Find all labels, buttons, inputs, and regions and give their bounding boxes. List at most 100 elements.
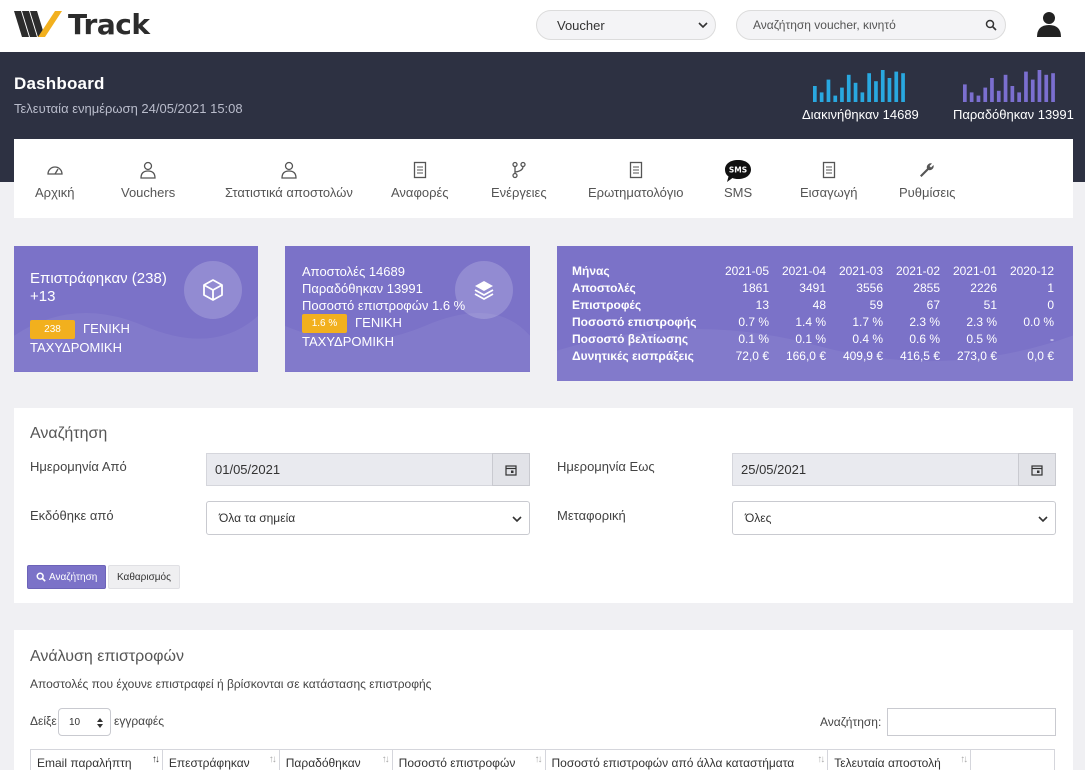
nav-item-import[interactable]: Εισαγωγή [800, 139, 857, 218]
table-search-input[interactable] [887, 708, 1056, 736]
column-header-returned[interactable]: Επεστράφηκαν ↑↓ [163, 750, 280, 770]
carrier-select[interactable]: Όλες [732, 501, 1056, 535]
clear-button[interactable]: Καθαρισμός [108, 565, 180, 589]
monthly-row-header: Μήνας [572, 263, 610, 278]
box-icon-circle [184, 261, 242, 319]
date-from-input[interactable]: 01/05/2021 [206, 453, 530, 486]
shipments-delivered: Παραδόθηκαν 13991 [302, 281, 423, 296]
monthly-row: Δυνητικές εισπράξεις 72,0 € 166,0 € 409,9 €… [572, 347, 1054, 364]
spark-bar [813, 86, 817, 102]
sort-icon: ↑↓ [151, 754, 160, 765]
column-header-extra [971, 750, 1055, 770]
nav-item-shipment-stats[interactable]: Στατιστικά αποστολών [225, 139, 353, 218]
nav-item-sms[interactable]: SMS SMS [724, 139, 752, 218]
table-search-label: Αναζήτηση: [820, 715, 882, 729]
column-header-email[interactable]: Email παραλήπτη ↑↓ [31, 750, 163, 770]
nav-item-settings[interactable]: Ρυθμίσεις [899, 139, 955, 218]
column-header-last-shipment[interactable]: Τελευταία αποστολή ↑↓ [828, 750, 972, 770]
shipments-return-rate: Ποσοστό επιστροφών 1.6 % [302, 298, 466, 313]
nav-item-label: Στατιστικά αποστολών [225, 185, 353, 200]
shipments-card: Αποστολές 14689 Παραδόθηκαν 13991 Ποσοστ… [285, 246, 530, 372]
date-to-picker-button[interactable] [1018, 453, 1056, 486]
nav-item-home[interactable]: Αρχική [35, 139, 75, 218]
spark-bar [819, 92, 824, 102]
monthly-cell: 2226 [970, 280, 997, 295]
monthly-cell: 0.5 % [966, 331, 997, 346]
nav-item-questionnaire[interactable]: Ερωτηματολόγιο [588, 139, 684, 218]
monthly-row: Επιστροφές 13 48 59 67 51 0 [572, 296, 1054, 313]
monthly-row: Ποσοστό επιστροφής 0.7 % 1.4 % 1.7 % 2.3 % 2.… [572, 313, 1054, 330]
user-account-icon[interactable] [1036, 11, 1062, 37]
nav-item-label: Ερωτηματολόγιο [588, 185, 684, 200]
nav-item-vouchers[interactable]: Vouchers [121, 139, 175, 218]
monthly-cell: 2021-02 [895, 263, 940, 278]
wrench-icon [920, 163, 934, 177]
date-to-value: 25/05/2021 [741, 462, 807, 477]
page-length-select[interactable]: 10 [58, 708, 111, 736]
user-icon [140, 161, 156, 179]
monthly-row-header: Αποστολές [572, 280, 636, 295]
monthly-row-header: Ποσοστό επιστροφής [572, 314, 697, 329]
nav-item-actions[interactable]: Ενέργειες [491, 139, 547, 218]
sort-icon: ↑↓ [534, 754, 543, 765]
monthly-cell: 1.7 % [852, 314, 883, 329]
sort-icon: ↑↓ [817, 754, 825, 765]
main-nav: Αρχική Vouchers Στατιστικά αποστολών Ανα… [14, 139, 1073, 218]
monthly-cell: 48 [812, 297, 826, 312]
global-search-placeholder: Αναζήτηση voucher, κινητό [753, 18, 896, 32]
sort-icon: ↑↓ [381, 754, 390, 765]
calendar-icon [505, 464, 517, 476]
date-to-input[interactable]: 25/05/2021 [732, 453, 1056, 486]
monthly-cell: 0.7 % [738, 314, 769, 329]
search-type-select[interactable]: Voucher [536, 10, 716, 40]
spark-bar [867, 73, 871, 102]
spark-bar [880, 70, 885, 102]
monthly-cell: 13 [755, 297, 769, 312]
returns-badge: 238 [30, 320, 75, 340]
box-icon [203, 279, 223, 301]
monthly-row: Μήνας 2021-05 2021-04 2021-03 2021-02 2021-01… [572, 262, 1054, 279]
spark-bar [860, 92, 865, 102]
nav-item-reports[interactable]: Αναφορές [391, 139, 449, 218]
clear-button-label: Καθαρισμός [117, 571, 171, 583]
spark-bar [826, 79, 831, 102]
document-icon [822, 161, 835, 179]
layers-icon [474, 281, 494, 301]
search-icon[interactable] [985, 19, 997, 31]
spark-bar [963, 84, 967, 102]
logo-mark-icon [14, 11, 62, 37]
nav-item-label: Εισαγωγή [800, 185, 858, 200]
issued-by-select[interactable]: Όλα τα σημεία [206, 501, 530, 535]
svg-text:SMS: SMS [729, 166, 747, 175]
chevron-down-icon [698, 22, 708, 29]
branch-icon [512, 161, 526, 179]
search-button[interactable]: Αναζήτηση [27, 565, 107, 589]
spark-bar [1024, 71, 1028, 102]
date-from-picker-button[interactable] [492, 453, 530, 486]
column-header-delivered[interactable]: Παραδόθηκαν ↑↓ [280, 750, 393, 770]
monthly-cell: 0.1 % [795, 331, 826, 346]
logo[interactable]: Track [14, 8, 150, 41]
monthly-cell: 0.4 % [852, 331, 883, 346]
delivered-sparkline [963, 70, 1055, 102]
monthly-cell: 2855 [913, 280, 940, 295]
spark-bar [846, 74, 851, 102]
global-search-input[interactable]: Αναζήτηση voucher, κινητό [736, 10, 1006, 40]
spark-bar [1044, 74, 1049, 102]
monthly-row: Αποστολές 1861 3491 3556 2855 2226 1 [572, 279, 1054, 296]
top-bar: Track Voucher Αναζήτηση voucher, κινητό [0, 0, 1085, 52]
monthly-cell: 273,0 € [956, 348, 997, 363]
monthly-cell: 2021-05 [724, 263, 769, 278]
page-length-prefix: Δείξε [30, 714, 57, 728]
last-update-text: Τελευταία ενημέρωση 24/05/2021 15:08 [14, 101, 243, 116]
monthly-cell: 0.6 % [909, 331, 940, 346]
page-length-suffix: εγγραφές [114, 714, 165, 728]
monthly-cell: 67 [926, 297, 940, 312]
monthly-cell: 0.0 % [1023, 314, 1054, 329]
layers-icon-circle [455, 261, 513, 319]
monthly-cell: 0 [1047, 297, 1054, 312]
monthly-cell: 72,0 € [735, 348, 769, 363]
column-header-return-rate[interactable]: Ποσοστό επιστροφών ↑↓ [393, 750, 546, 770]
column-header-other-stores-rate[interactable]: Ποσοστό επιστροφών από άλλα καταστήματα ↑… [546, 750, 829, 770]
chevron-down-icon [1038, 516, 1048, 523]
